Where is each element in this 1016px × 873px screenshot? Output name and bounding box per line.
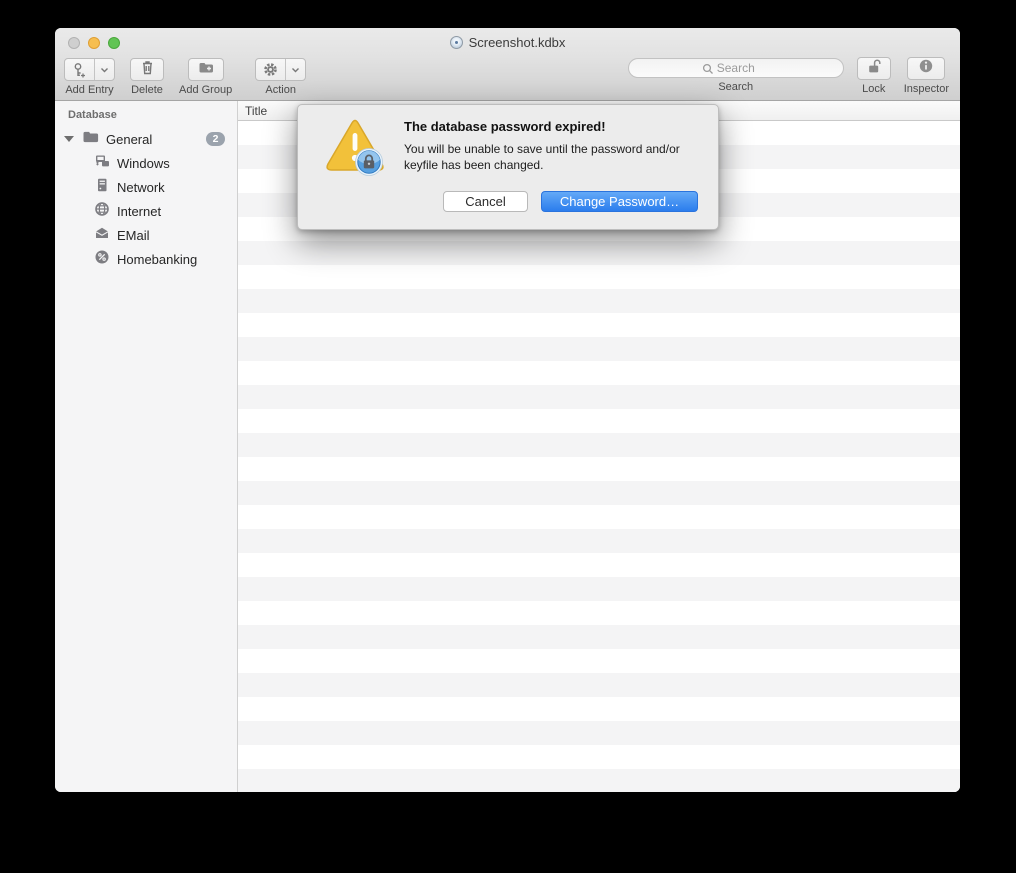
window-header: Screenshot.kdbx Add Entry Delete Add Gro… — [55, 28, 960, 101]
add-entry-item: Add Entry — [64, 58, 115, 96]
change-password-button[interactable]: Change Password… — [541, 191, 698, 212]
entry-count-badge: 2 — [206, 132, 225, 146]
cancel-button[interactable]: Cancel — [443, 191, 528, 212]
search-item: Search — [627, 57, 844, 93]
add-group-button[interactable] — [187, 58, 224, 81]
search-label: Search — [718, 81, 754, 93]
titlebar: Screenshot.kdbx — [55, 28, 960, 56]
sidebar-item-windows[interactable]: Windows — [55, 151, 237, 175]
disclosure-triangle-icon[interactable] — [64, 136, 74, 142]
delete-button[interactable] — [130, 58, 164, 81]
dialog-title: The database password expired! — [404, 119, 606, 134]
zoom-button[interactable] — [108, 37, 120, 49]
folder-icon — [82, 130, 99, 149]
toolbar-right: Search Lock — [627, 57, 949, 95]
dialog-buttons: Cancel Change Password… — [443, 191, 698, 212]
lock-open-icon — [866, 58, 882, 79]
percent-icon — [94, 249, 110, 270]
close-button[interactable] — [68, 37, 80, 49]
add-entry-button[interactable] — [64, 58, 115, 81]
lock-item: Lock — [856, 57, 891, 95]
inspector-item: Inspector — [904, 57, 949, 95]
folder-plus-icon — [198, 61, 214, 79]
action-item: Action — [255, 58, 307, 96]
password-expired-dialog: The database password expired! You will … — [297, 104, 719, 230]
sidebar: Database General 2 Windows Network Inter… — [55, 101, 238, 792]
dialog-message: You will be unable to save until the pas… — [404, 142, 680, 172]
sidebar-item-homebanking[interactable]: Homebanking — [55, 247, 237, 271]
search-icon — [702, 62, 714, 80]
sidebar-item-label: EMail — [117, 227, 150, 243]
sidebar-item-label: Network — [117, 179, 165, 195]
toolbar-left: Add Entry Delete Add Group Action — [64, 58, 307, 96]
minimize-button[interactable] — [88, 37, 100, 49]
sidebar-section-header: Database — [68, 109, 117, 121]
traffic-lights — [68, 37, 120, 49]
group-label: General — [106, 131, 153, 147]
sidebar-item-label: Internet — [117, 203, 162, 219]
app-window: Screenshot.kdbx Add Entry Delete Add Gro… — [55, 28, 960, 792]
gear-icon — [256, 59, 285, 80]
action-button[interactable] — [255, 58, 307, 81]
sidebar-item-email[interactable]: EMail — [55, 223, 237, 247]
search-input[interactable] — [627, 58, 844, 78]
sidebar-item-network[interactable]: Network — [55, 175, 237, 199]
trash-icon — [141, 60, 154, 80]
document-icon — [449, 35, 463, 49]
key-plus-icon — [65, 59, 94, 80]
server-icon — [94, 177, 110, 198]
window-title: Screenshot.kdbx — [468, 34, 566, 50]
info-icon — [918, 58, 934, 79]
sidebar-item-general[interactable]: General 2 — [55, 127, 237, 151]
chevron-down-icon[interactable] — [94, 59, 114, 80]
sidebar-item-label: Homebanking — [117, 251, 198, 267]
windows-network-icon — [94, 153, 110, 174]
lock-button[interactable] — [856, 57, 891, 80]
chevron-down-icon — [285, 59, 305, 80]
sidebar-item-internet[interactable]: Internet — [55, 199, 237, 223]
delete-item: Delete — [130, 58, 164, 96]
add-entry-label: Add Entry — [65, 84, 114, 96]
globe-icon — [94, 201, 110, 222]
inspector-button[interactable] — [907, 57, 946, 80]
warning-lock-icon — [322, 117, 388, 186]
sidebar-item-label: Windows — [117, 155, 170, 171]
inspector-label: Inspector — [903, 83, 949, 95]
add-group-label: Add Group — [179, 84, 233, 96]
lock-label: Lock — [862, 83, 886, 95]
delete-label: Delete — [131, 84, 163, 96]
envelope-icon — [94, 225, 110, 246]
action-label: Action — [265, 84, 296, 96]
add-group-item: Add Group — [179, 58, 232, 96]
